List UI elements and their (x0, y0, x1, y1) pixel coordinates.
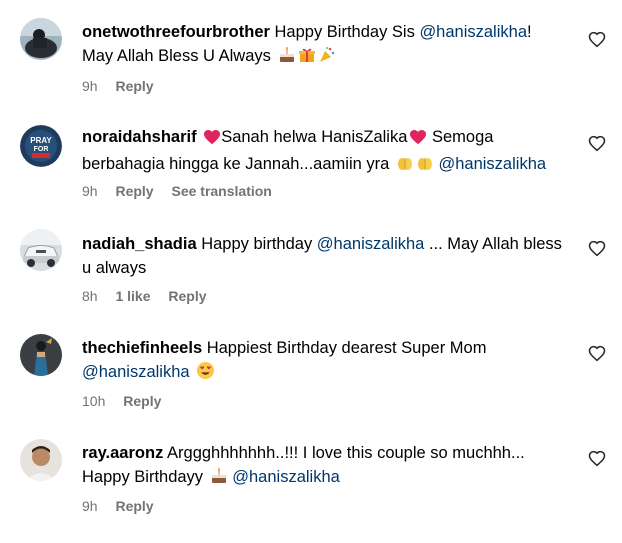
comment-text: Happy birthday (201, 235, 313, 253)
avatar[interactable] (20, 229, 62, 271)
like-heart-icon[interactable] (588, 31, 606, 49)
party-popper-icon (318, 46, 336, 71)
comment-body: nadiah_shadia Happy birthday @haniszalik… (82, 232, 562, 280)
like-heart-icon[interactable] (588, 450, 606, 468)
mention-link[interactable]: @haniszalikha (419, 23, 527, 41)
mention-link[interactable]: @haniszalikha (82, 363, 190, 381)
reply-button[interactable]: Reply (115, 183, 153, 199)
comment-text: Sanah helwa HanisZalika (221, 128, 408, 146)
wrapped-gift-icon (298, 46, 316, 71)
folded-hands-icon (416, 154, 434, 179)
red-heart-icon (409, 128, 427, 152)
reply-button[interactable]: Reply (115, 78, 153, 94)
comment-username[interactable]: thechiefinheels (82, 339, 202, 357)
avatar-text: FOR (34, 146, 49, 153)
reply-button[interactable]: Reply (115, 498, 153, 514)
smiling-face-with-heart-eyes-icon (196, 361, 215, 387)
comment-meta: 8h 1 like Reply (82, 288, 221, 304)
comment-time: 9h (82, 183, 98, 199)
comment-body: noraidahsharif Sanah helwa HanisZalika S… (82, 125, 562, 179)
avatar-text: PRAY (30, 136, 52, 145)
avatar[interactable] (20, 18, 62, 60)
red-heart-icon (203, 128, 221, 152)
mention-link[interactable]: @haniszalikha (317, 235, 425, 253)
like-count[interactable]: 1 like (115, 288, 150, 304)
comment-body: thechiefinheels Happiest Birthday deares… (82, 336, 562, 387)
comment-meta: 9h Reply (82, 78, 168, 94)
birthday-cake-icon (210, 467, 228, 492)
avatar[interactable]: PRAY FOR (20, 125, 62, 167)
like-heart-icon[interactable] (588, 240, 606, 258)
comment-time: 9h (82, 78, 98, 94)
comment-body: ray.aaronz Arggghhhhhhh..!!! I love this… (82, 441, 562, 492)
reply-button[interactable]: Reply (123, 393, 161, 409)
folded-hands-icon (396, 154, 414, 179)
comment-meta: 9h Reply See translation (82, 183, 286, 199)
comment-meta: 10h Reply (82, 393, 175, 409)
see-translation-button[interactable]: See translation (171, 183, 271, 199)
reply-button[interactable]: Reply (168, 288, 206, 304)
avatar[interactable] (20, 334, 62, 376)
comment-username[interactable]: ray.aaronz (82, 444, 163, 462)
mention-link[interactable]: @haniszalikha (232, 468, 340, 486)
birthday-cake-icon (278, 46, 296, 71)
comment-text: Happy Birthday Sis (274, 23, 415, 41)
comment-text: Happiest Birthday dearest Super Mom (206, 339, 487, 357)
like-heart-icon[interactable] (588, 345, 606, 363)
comment-time: 8h (82, 288, 98, 304)
avatar[interactable] (20, 439, 62, 481)
like-heart-icon[interactable] (588, 135, 606, 153)
comment-username[interactable]: onetwothreefourbrother (82, 23, 270, 41)
comment-time: 10h (82, 393, 106, 409)
comment-username[interactable]: nadiah_shadia (82, 235, 197, 253)
comment-meta: 9h Reply (82, 498, 168, 514)
mention-link[interactable]: @haniszalikha (438, 155, 546, 173)
comment-body: onetwothreefourbrother Happy Birthday Si… (82, 20, 562, 71)
comment-username[interactable]: noraidahsharif (82, 128, 197, 146)
comment-time: 9h (82, 498, 98, 514)
